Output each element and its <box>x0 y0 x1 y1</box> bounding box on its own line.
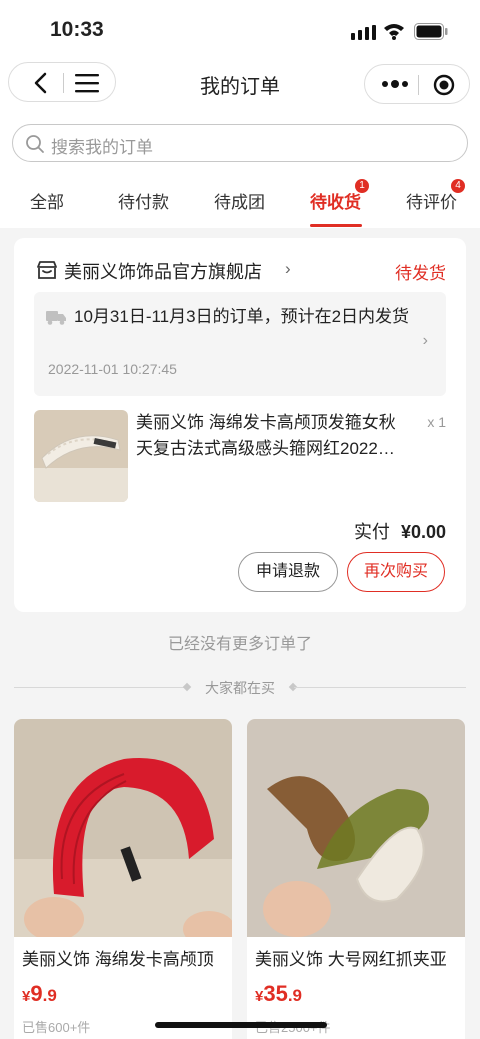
chevron-right-icon: › <box>422 332 428 349</box>
price-integer: 35 <box>263 981 288 1006</box>
paid-label: 实付 <box>353 522 390 542</box>
shop-name[interactable]: 美丽义饰饰品官方旗舰店 <box>64 258 262 284</box>
product-quantity: x 1 <box>427 414 446 430</box>
price-decimal: .9 <box>287 986 303 1005</box>
order-card[interactable]: 美丽义饰饰品官方旗舰店 › 待发货 10月31日-11月3日的订单，预计在2日内… <box>14 238 466 612</box>
wifi-icon <box>384 24 404 40</box>
notice-date: 2022-11-01 10:27:45 <box>48 361 177 377</box>
rebuy-button[interactable]: 再次购买 <box>347 552 445 592</box>
product-image <box>14 719 232 947</box>
tab-badge: 1 <box>355 179 369 193</box>
recommend-item-sold: 已售600+件 <box>22 1020 91 1035</box>
product-image <box>247 719 465 937</box>
product-thumbnail[interactable] <box>34 410 128 502</box>
search-input[interactable]: 搜索我的订单 <box>12 124 468 162</box>
recommend-item-price: ¥35.9 <box>255 981 302 1007</box>
price-decimal: .9 <box>42 986 57 1005</box>
tab-pending-receipt[interactable]: 待收货 <box>310 188 361 213</box>
tab-pending-payment[interactable]: 待付款 <box>118 188 169 213</box>
recommend-item[interactable]: 美丽义饰 海绵发卡高颅顶 ¥9.9 已售600+件 <box>14 719 232 1039</box>
tab-pending-review[interactable]: 待评价 <box>406 188 457 213</box>
order-status: 待发货 <box>395 264 446 283</box>
notice-text: 10月31日-11月3日的订单，预计在2日内发货 <box>74 307 410 326</box>
recommend-item[interactable]: 美丽义饰 大号网红抓夹亚 ¥35.9 已售2500+件 <box>247 719 465 1039</box>
no-more-orders-text: 已经没有更多订单了 <box>167 636 312 653</box>
tab-badge: 4 <box>451 179 465 193</box>
tab-pending-group[interactable]: 待成团 <box>214 188 265 213</box>
paid-amount: ¥0.00 <box>400 522 446 542</box>
status-time: 10:33 <box>50 18 104 41</box>
recommend-item-name: 美丽义饰 大号网红抓夹亚 <box>255 950 447 969</box>
target-icon[interactable] <box>433 74 455 96</box>
refund-button[interactable]: 申请退款 <box>238 552 338 592</box>
price-integer: 9 <box>30 981 43 1006</box>
recommend-item-name: 美丽义饰 海绵发卡高颅顶 <box>22 950 214 969</box>
recommend-title: 大家都在买 <box>205 680 275 696</box>
tab-all[interactable]: 全部 <box>30 188 64 213</box>
order-tabs: 全部 待付款 待成团 待收货 1 待评价 4 <box>0 179 480 228</box>
shop-icon <box>37 261 57 279</box>
battery-icon <box>414 23 448 40</box>
capsule-divider <box>418 75 419 95</box>
home-indicator <box>155 1022 327 1028</box>
product-name[interactable]: 美丽义饰 海绵发卡高颅顶发箍女秋天复古法式高级感头箍网红2022… <box>136 410 406 462</box>
status-bar: 10:33 <box>0 0 480 60</box>
paid-amount-row: 实付 ¥0.00 <box>354 518 446 544</box>
tab-active-indicator <box>310 224 362 227</box>
recommend-item-price: ¥9.9 <box>22 981 57 1007</box>
search-placeholder: 搜索我的订单 <box>51 138 153 157</box>
header-area: 10:33 我的订单 搜索我的订单 全部 待付款 待成团 待收货 1 待评价 4 <box>0 0 480 228</box>
shop-arrow-icon[interactable]: › <box>285 259 291 279</box>
more-dots-icon[interactable] <box>381 79 409 89</box>
nav-right-capsule <box>364 64 470 104</box>
shipping-notice[interactable]: 10月31日-11月3日的订单，预计在2日内发货 2022-11-01 10:2… <box>34 292 446 396</box>
search-icon <box>26 135 44 153</box>
signal-icon <box>351 25 376 40</box>
divider <box>294 687 466 688</box>
